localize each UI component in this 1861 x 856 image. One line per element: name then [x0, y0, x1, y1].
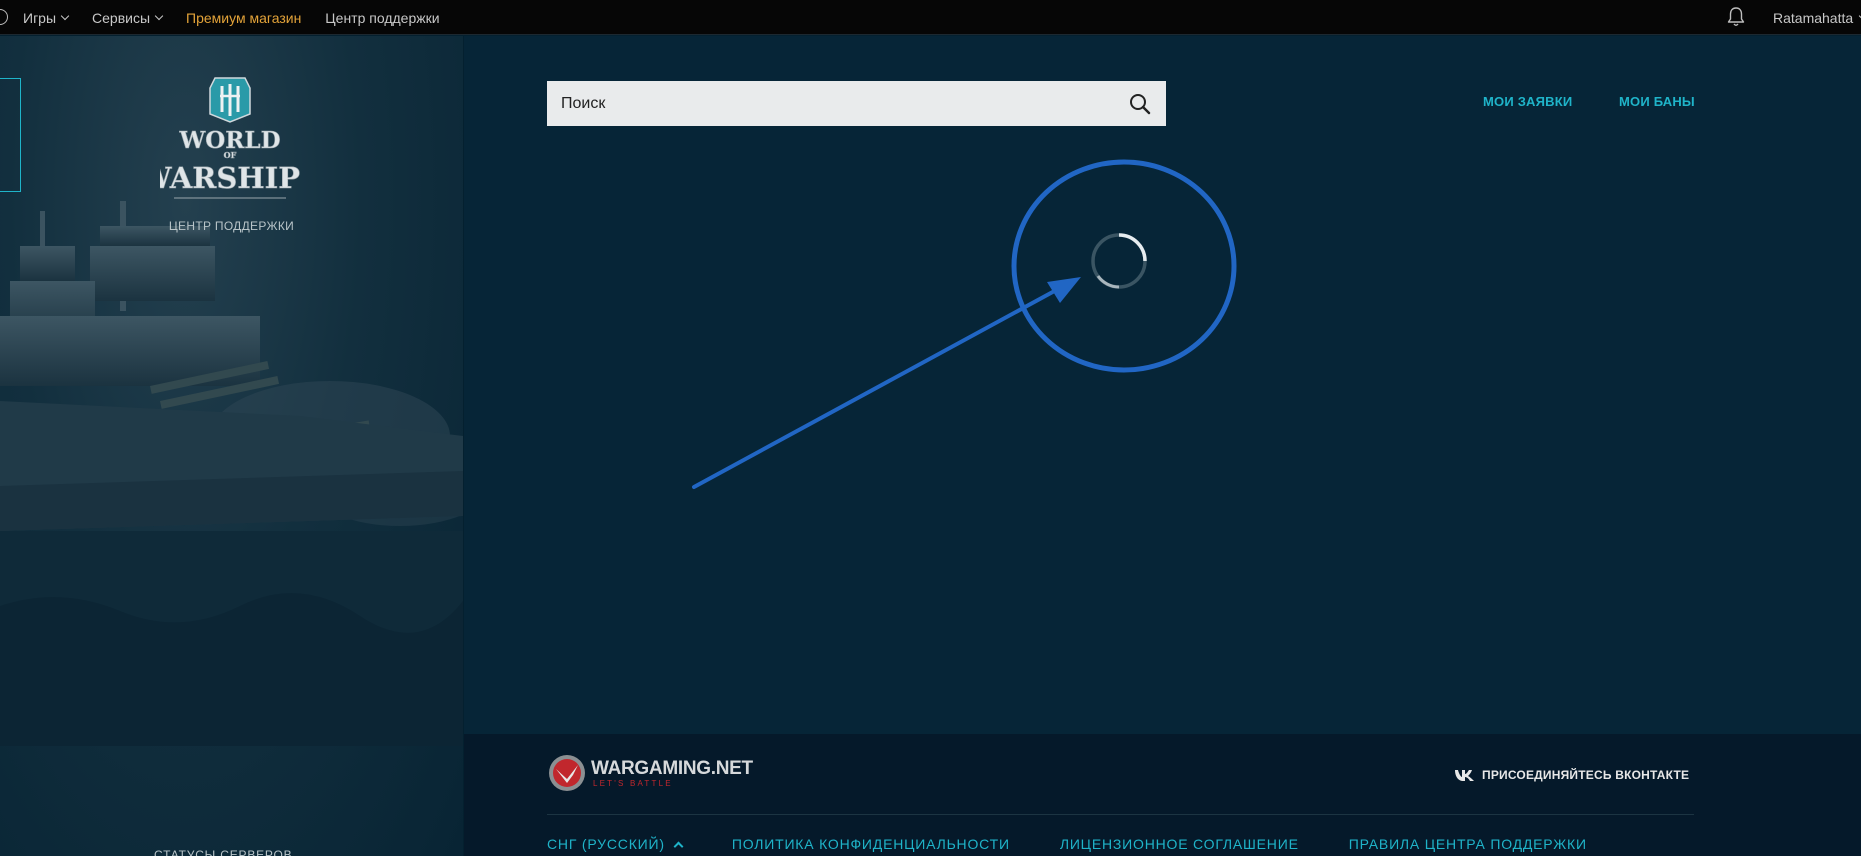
nav-premium-shop-label: Премиум магазин [186, 9, 302, 26]
footer-divider [547, 814, 1694, 815]
search-box [547, 81, 1166, 126]
nav-games-label: Игры [23, 9, 57, 26]
sidebar: WORLD OF WARSHIPS ЦЕНТР ПОДДЕРЖКИ СТАТУС… [0, 36, 463, 856]
nav-games[interactable]: Игры [23, 9, 70, 26]
wargaming-logo[interactable]: WARGAMING.NET LET'S BATTLE [547, 753, 753, 793]
brand-tagline: LET'S BATTLE [593, 778, 673, 788]
vk-label: ПРИСОЕДИНЯЙТЕСЬ ВКОНТАКТЕ [1482, 768, 1690, 782]
search-button[interactable] [1114, 81, 1166, 126]
my-requests-link[interactable]: МОИ ЗАЯВКИ [1483, 94, 1572, 109]
nav-premium-shop[interactable]: Премиум магазин [186, 10, 301, 26]
vk-icon [1455, 770, 1474, 781]
main-content: МОИ ЗАЯВКИ МОИ БАНЫ [464, 36, 1861, 734]
username: Ratamahatta [1773, 9, 1854, 26]
nav-services[interactable]: Сервисы [92, 9, 164, 26]
nav-support-center[interactable]: Центр поддержки [325, 10, 439, 26]
chevron-down-icon [154, 11, 164, 20]
user-menu[interactable]: Ratamahatta [1773, 0, 1861, 35]
footer-links: СНГ (РУССКИЙ) ПОЛИТИКА КОНФИДЕНЦИАЛЬНОСТ… [547, 836, 1637, 852]
side-tab[interactable] [0, 78, 21, 192]
license-agreement-link[interactable]: ЛИЦЕНЗИОННОЕ СОГЛАШЕНИЕ [1060, 836, 1299, 852]
global-nav: Игры Сервисы Премиум магазин Центр подде… [23, 0, 464, 35]
brand-name: WARGAMING.NET [591, 757, 753, 779]
server-statuses-link[interactable]: СТАТУСЫ СЕРВЕРОВ [154, 848, 292, 856]
support-rules-link[interactable]: ПРАВИЛА ЦЕНТРА ПОДДЕРЖКИ [1349, 836, 1587, 852]
vk-join-link[interactable]: ПРИСОЕДИНЯЙТЕСЬ ВКОНТАКТЕ [1454, 768, 1689, 782]
privacy-policy-link[interactable]: ПОЛИТИКА КОНФИДЕНЦИАЛЬНОСТИ [732, 836, 1010, 852]
sidebar-subtitle: ЦЕНТР ПОДДЕРЖКИ [168, 219, 295, 233]
logo-warships-text: WARSHIPS [160, 161, 300, 195]
top-navigation-bar: Игры Сервисы Премиум магазин Центр подде… [0, 0, 1861, 35]
region-label: СНГ (РУССКИЙ) [547, 836, 665, 852]
nav-services-label: Сервисы [92, 9, 151, 26]
logo-of-text: OF [224, 150, 237, 160]
chevron-down-icon [60, 11, 70, 20]
search-input[interactable] [547, 81, 1114, 126]
wargaming-icon[interactable] [0, 9, 8, 25]
region-selector[interactable]: СНГ (РУССКИЙ) [547, 836, 684, 852]
bell-icon[interactable] [1727, 6, 1745, 28]
my-bans-link[interactable]: МОИ БАНЫ [1619, 94, 1695, 109]
search-icon [1130, 93, 1151, 114]
nav-support-center-label: Центр поддержки [325, 9, 440, 26]
battleship-illustration [0, 201, 463, 746]
world-of-warships-logo: WORLD OF WARSHIPS [160, 77, 300, 199]
chevron-up-icon [673, 841, 684, 851]
wargaming-emblem-icon [549, 755, 585, 791]
footer: WARGAMING.NET LET'S BATTLE ПРИСОЕДИНЯЙТЕ… [464, 734, 1861, 856]
